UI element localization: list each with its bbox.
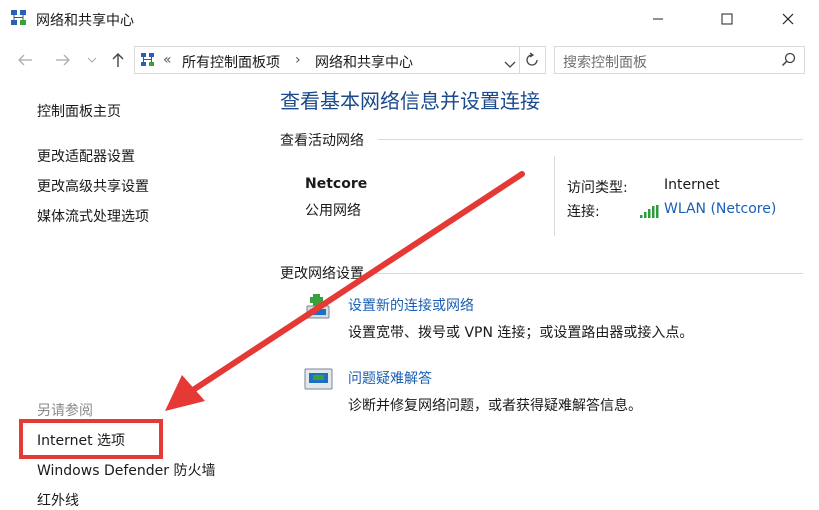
annotation-highlight-box: [19, 419, 163, 459]
